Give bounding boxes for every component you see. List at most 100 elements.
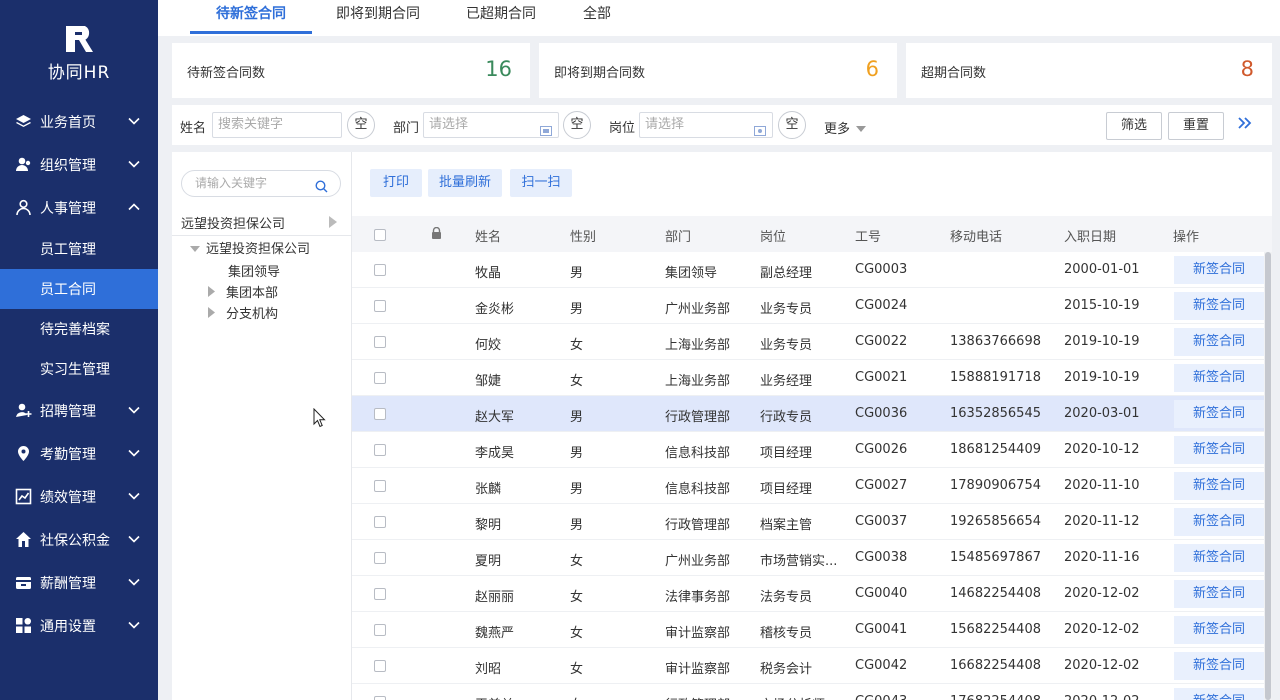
table-row[interactable]: 魏燕严 女 审计监察部 稽核专员 CG0041 15682254408 2020-12-02… [352,612,1264,648]
table-row[interactable]: 王美兰 女 行政管理部 市场分析师 CG0043 17682254408 2020-12-0… [352,684,1264,700]
new-contract-button[interactable]: 新签合同 [1174,256,1264,284]
row-checkbox[interactable] [374,372,386,384]
row-checkbox[interactable] [374,336,386,348]
row-checkbox[interactable] [374,588,386,600]
table-row[interactable]: 金炎彬 男 广州业务部 业务专员 CG0024 2015-10-19 新签合同 [352,288,1264,324]
cell-name: 魏燕严 [475,626,515,641]
column-header-employee-id[interactable]: 工号 [855,226,881,245]
post-filter-label: 岗位 [609,121,636,136]
column-header-post[interactable]: 岗位 [760,226,786,245]
cell-department: 行政管理部 [665,694,730,700]
column-header-name[interactable]: 姓名 [475,226,501,245]
filter-button[interactable]: 筛选 [1106,112,1162,140]
table-row[interactable]: 赵丽丽 女 法律事务部 法务专员 CG0040 14682254408 2020-12-02… [352,576,1264,612]
cell-employee-id: CG0026 [855,442,908,457]
column-header-mobile[interactable]: 移动电话 [950,226,1002,245]
new-contract-button[interactable]: 新签合同 [1174,472,1264,500]
sidebar-item-attendance[interactable]: 考勤管理 [0,432,158,475]
sidebar-item-org[interactable]: 组织管理 [0,143,158,186]
cell-name: 夏明 [475,554,502,569]
row-checkbox[interactable] [374,408,386,420]
table-row[interactable]: 刘昭 女 审计监察部 税务会计 CG0042 16682254408 2020-12-02 新… [352,648,1264,684]
tree-company-selector[interactable]: 远望投资担保公司 [172,208,352,236]
tab-pending-new[interactable]: 待新签合同 [190,0,312,34]
new-contract-button[interactable]: 新签合同 [1174,436,1264,464]
table-row[interactable]: 赵大军 男 行政管理部 行政专员 CG0036 16352856545 2020-03-01… [352,396,1264,432]
double-chevron-right-icon[interactable] [1238,116,1252,134]
sidebar-subitem-employee-management[interactable]: 员工管理 [0,229,158,269]
new-contract-button[interactable]: 新签合同 [1174,328,1264,356]
row-checkbox[interactable] [374,300,386,312]
reset-button[interactable]: 重置 [1168,112,1224,140]
sidebar-subitem-incomplete-files[interactable]: 待完善档案 [0,309,158,349]
tree-node-group-leaders[interactable]: 集团领导 [228,261,280,280]
new-contract-button[interactable]: 新签合同 [1174,688,1264,700]
tab-overdue[interactable]: 已超期合同 [458,0,544,34]
more-filters-toggle[interactable]: 更多 [824,118,867,137]
tree-node-label: 分支机构 [226,307,279,322]
new-contract-button[interactable]: 新签合同 [1174,616,1264,644]
new-contract-button[interactable]: 新签合同 [1174,292,1264,320]
table-row[interactable]: 张麟 男 信息科技部 项目经理 CG0027 17890906754 2020-11-10 新… [352,468,1264,504]
clear-name-button[interactable]: 空 [347,111,375,139]
post-select[interactable]: 请选择 [639,112,773,138]
tree-company-label: 远望投资担保公司 [181,217,286,232]
table-scrollbar[interactable] [1264,252,1272,700]
chevron-down-icon [128,115,140,127]
row-checkbox[interactable] [374,516,386,528]
caret-down-icon [190,242,200,257]
table-row[interactable]: 夏明 女 广州业务部 市场营销实... CG0038 15485697867 2020-11… [352,540,1264,576]
row-checkbox[interactable] [374,444,386,456]
sidebar-subitem-employee-contract[interactable]: 员工合同 [0,269,158,309]
tree-node-branches[interactable]: 分支机构 [208,303,278,322]
print-button[interactable]: 打印 [370,169,422,197]
row-checkbox[interactable] [374,552,386,564]
tree-root-node[interactable]: 远望投资担保公司 [190,238,310,257]
post-picker-icon [754,121,766,145]
dept-select[interactable]: 请选择 [423,112,559,138]
sidebar-item-social-security[interactable]: 社保公积金 [0,518,158,561]
clear-post-button[interactable]: 空 [778,111,806,139]
tab-all[interactable]: 全部 [572,0,622,34]
cell-employee-id: CG0042 [855,658,908,673]
tab-expiring-soon[interactable]: 即将到期合同 [328,0,428,34]
new-contract-button[interactable]: 新签合同 [1174,580,1264,608]
new-contract-button[interactable]: 新签合同 [1174,544,1264,572]
batch-refresh-button[interactable]: 批量刷新 [428,169,502,197]
row-checkbox[interactable] [374,696,386,700]
row-checkbox[interactable] [374,624,386,636]
row-checkbox[interactable] [374,660,386,672]
clear-dept-button[interactable]: 空 [563,111,591,139]
cell-employee-id: CG0022 [855,334,908,349]
new-contract-button[interactable]: 新签合同 [1174,652,1264,680]
scrollbar-thumb[interactable] [1265,252,1271,700]
tree-search-input[interactable]: 请输入关键字 [181,170,341,197]
row-checkbox[interactable] [374,480,386,492]
new-contract-button[interactable]: 新签合同 [1174,364,1264,392]
table-row[interactable]: 牧晶 男 集团领导 副总经理 CG0003 2000-01-01 新签合同 [352,252,1264,288]
new-contract-button[interactable]: 新签合同 [1174,400,1264,428]
column-header-hire-date[interactable]: 入职日期 [1064,226,1116,245]
name-search-input[interactable]: 搜索关键字 [212,112,342,138]
select-all-checkbox[interactable] [374,229,386,241]
table-row[interactable]: 李成昊 男 信息科技部 项目经理 CG0026 18681254409 2020-10-12… [352,432,1264,468]
sidebar-item-general-settings[interactable]: 通用设置 [0,604,158,647]
cell-employee-id: CG0036 [855,406,908,421]
sidebar-item-hr[interactable]: 人事管理 [0,186,158,229]
new-contract-button[interactable]: 新签合同 [1174,508,1264,536]
table-row[interactable]: 何姣 女 上海业务部 业务专员 CG0022 13863766698 2019-10-19 新… [352,324,1264,360]
table-row[interactable]: 黎明 男 行政管理部 档案主管 CG0037 19265856654 2020-11-12 新… [352,504,1264,540]
cell-hire-date: 2000-01-01 [1064,262,1140,277]
scan-button[interactable]: 扫一扫 [510,169,572,197]
tree-node-headquarters[interactable]: 集团本部 [208,282,278,301]
table-row[interactable]: 邹婕 女 上海业务部 业务经理 CG0021 15888191718 2019-10-19 新… [352,360,1264,396]
sidebar-item-payroll[interactable]: 薪酬管理 [0,561,158,604]
column-header-department[interactable]: 部门 [665,226,691,245]
sidebar-item-performance[interactable]: 绩效管理 [0,475,158,518]
column-header-gender[interactable]: 性别 [570,226,596,245]
sidebar-subitem-intern-management[interactable]: 实习生管理 [0,349,158,389]
sidebar-item-home[interactable]: 业务首页 [0,100,158,143]
sidebar-item-recruitment[interactable]: 招聘管理 [0,389,158,432]
cell-name: 刘昭 [475,662,502,677]
row-checkbox[interactable] [374,264,386,276]
